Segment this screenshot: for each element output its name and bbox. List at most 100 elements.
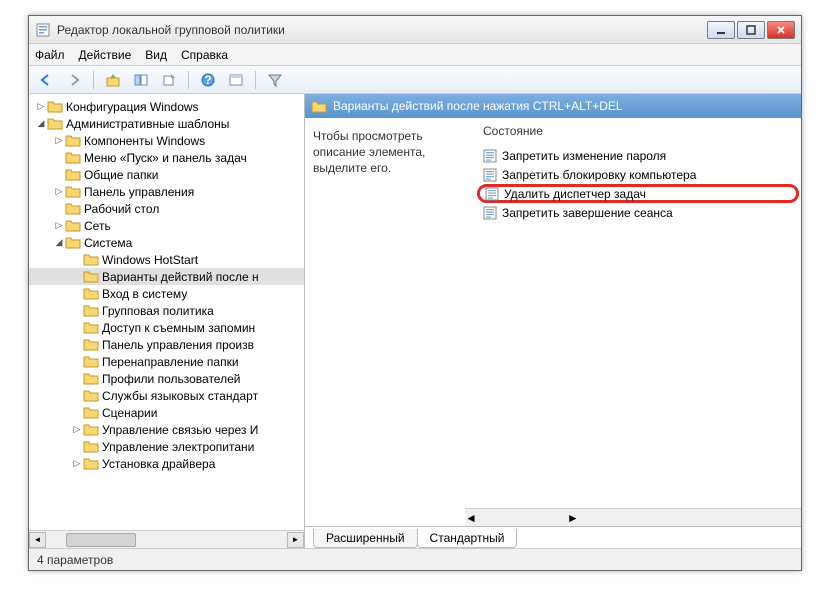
tree-item[interactable]: Перенаправление папки — [29, 353, 304, 370]
detail-hscrollbar[interactable]: ◄ ► — [465, 508, 801, 526]
tree-item-label: Панель управления произв — [102, 338, 254, 352]
folder-icon — [83, 440, 99, 453]
tree-item[interactable]: ▷Управление связью через И — [29, 421, 304, 438]
tree-item[interactable]: Службы языковых стандарт — [29, 387, 304, 404]
tree-item-label: Доступ к съемным запомин — [102, 321, 255, 335]
setting-label: Запретить блокировку компьютера — [502, 168, 696, 182]
help-button[interactable]: ? — [197, 69, 219, 91]
tree-item[interactable]: ▷Установка драйвера — [29, 455, 304, 472]
folder-icon — [65, 219, 81, 232]
tree-item-label: Windows HotStart — [102, 253, 198, 267]
tree-item[interactable]: Рабочий стол — [29, 200, 304, 217]
scroll-right-icon[interactable]: ► — [567, 511, 579, 525]
tree-item[interactable]: Управление электропитани — [29, 438, 304, 455]
up-button[interactable] — [102, 69, 124, 91]
window-title: Редактор локальной групповой политики — [57, 23, 707, 37]
tree-item-label: Сценарии — [102, 406, 157, 420]
folder-icon — [83, 321, 99, 334]
setting-icon — [483, 149, 497, 163]
expander-icon[interactable]: ▷ — [53, 135, 65, 146]
tree[interactable]: ▷Конфигурация Windows◢Административные ш… — [29, 94, 304, 530]
toolbar-separator — [188, 71, 189, 89]
maximize-button[interactable] — [737, 21, 765, 39]
expander-icon[interactable]: ▷ — [71, 458, 83, 469]
tab-standard[interactable]: Стандартный — [417, 529, 518, 548]
folder-icon — [83, 355, 99, 368]
menu-view[interactable]: Вид — [145, 48, 167, 62]
detail-body: Чтобы просмотреть описание элемента, выд… — [305, 118, 801, 548]
tree-item[interactable]: ▷ Компоненты Windows — [29, 132, 304, 149]
scroll-right-icon[interactable]: ► — [287, 532, 304, 548]
detail-pane: Варианты действий после нажатия CTRL+ALT… — [305, 94, 801, 548]
menu-file[interactable]: Файл — [35, 48, 65, 62]
state-column-header[interactable]: Состояние — [475, 124, 801, 142]
minimize-button[interactable] — [707, 21, 735, 39]
content-area: ▷Конфигурация Windows◢Административные ш… — [29, 94, 801, 548]
properties-button[interactable] — [225, 69, 247, 91]
back-button[interactable] — [35, 69, 57, 91]
menu-help[interactable]: Справка — [181, 48, 228, 62]
close-button[interactable] — [767, 21, 795, 39]
description-column: Чтобы просмотреть описание элемента, выд… — [305, 118, 475, 548]
tree-item[interactable]: Панель управления произв — [29, 336, 304, 353]
tree-item-label: Варианты действий после н — [102, 270, 259, 284]
tree-item[interactable]: Общие папки — [29, 166, 304, 183]
setting-item[interactable]: Запретить завершение сеанса — [475, 203, 801, 222]
tree-item-label: Групповая политика — [102, 304, 214, 318]
folder-icon — [47, 100, 63, 113]
statusbar: 4 параметров — [29, 548, 801, 570]
show-hide-tree-button[interactable] — [130, 69, 152, 91]
setting-icon — [485, 187, 499, 201]
folder-icon — [83, 457, 99, 470]
detail-title: Варианты действий после нажатия CTRL+ALT… — [333, 99, 623, 113]
expander-icon[interactable]: ◢ — [35, 118, 47, 129]
filter-button[interactable] — [264, 69, 286, 91]
scroll-thumb[interactable] — [66, 533, 136, 547]
tree-item[interactable]: Windows HotStart — [29, 251, 304, 268]
tree-item-label: Компоненты Windows — [84, 134, 205, 148]
toolbar-separator — [93, 71, 94, 89]
tree-item[interactable]: ▷Панель управления — [29, 183, 304, 200]
menu-action[interactable]: Действие — [79, 48, 132, 62]
tree-item[interactable]: Вход в систему — [29, 285, 304, 302]
expander-icon[interactable]: ◢ — [53, 237, 65, 248]
scroll-track[interactable] — [46, 532, 287, 548]
setting-label: Запретить изменение пароля — [502, 149, 666, 163]
folder-icon — [65, 168, 81, 181]
tree-item-label: Система — [84, 236, 132, 250]
expander-icon[interactable]: ▷ — [53, 220, 65, 231]
tree-item[interactable]: Доступ к съемным запомин — [29, 319, 304, 336]
folder-icon — [83, 304, 99, 317]
tree-item[interactable]: Групповая политика — [29, 302, 304, 319]
window-controls — [707, 21, 795, 39]
tree-item[interactable]: Сценарии — [29, 404, 304, 421]
setting-item[interactable]: Запретить изменение пароля — [475, 146, 801, 165]
folder-icon — [65, 202, 81, 215]
tab-extended[interactable]: Расширенный — [313, 529, 418, 548]
export-button[interactable] — [158, 69, 180, 91]
expander-icon[interactable]: ▷ — [71, 424, 83, 435]
expander-icon[interactable]: ▷ — [53, 186, 65, 197]
setting-item[interactable]: Удалить диспетчер задач — [477, 184, 799, 203]
tree-item[interactable]: ▷Сеть — [29, 217, 304, 234]
setting-item[interactable]: Запретить блокировку компьютера — [475, 165, 801, 184]
tree-item[interactable]: ◢Административные шаблоны — [29, 115, 304, 132]
svg-text:?: ? — [204, 73, 211, 87]
tree-item[interactable]: ▷Конфигурация Windows — [29, 98, 304, 115]
scroll-left-icon[interactable]: ◄ — [465, 511, 477, 525]
folder-icon — [83, 253, 99, 266]
titlebar[interactable]: Редактор локальной групповой политики — [29, 16, 801, 44]
tree-item-label: Службы языковых стандарт — [102, 389, 258, 403]
setting-label: Запретить завершение сеанса — [502, 206, 673, 220]
detail-header: Варианты действий после нажатия CTRL+ALT… — [305, 94, 801, 118]
folder-icon — [83, 287, 99, 300]
scroll-left-icon[interactable]: ◄ — [29, 532, 46, 548]
tree-item[interactable]: Профили пользователей — [29, 370, 304, 387]
tree-item[interactable]: ◢ Система — [29, 234, 304, 251]
tree-item[interactable]: Меню «Пуск» и панель задач — [29, 149, 304, 166]
tree-item-label: Управление электропитани — [102, 440, 254, 454]
tree-item[interactable]: Варианты действий после н — [29, 268, 304, 285]
expander-icon[interactable]: ▷ — [35, 101, 47, 112]
tree-hscrollbar[interactable]: ◄ ► — [29, 530, 304, 548]
forward-button[interactable] — [63, 69, 85, 91]
